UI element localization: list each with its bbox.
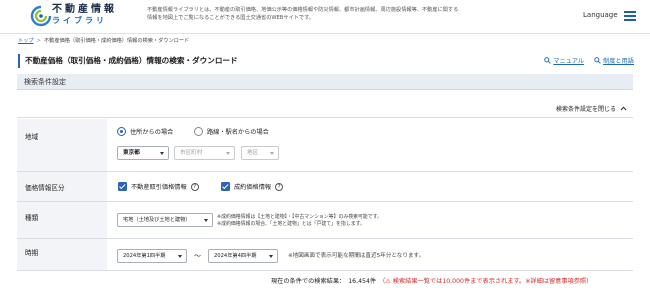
breadcrumb: トップ > 不動産価格（取引価格・成約価格）情報の検索・ダウンロード — [18, 37, 189, 44]
area-label: 地域 — [25, 133, 39, 141]
checkbox-checked-icon[interactable] — [118, 182, 127, 191]
category-label: 種類 — [25, 214, 39, 222]
price-type-label: 価格情報区分 — [25, 184, 65, 192]
period-from-select[interactable]: 2024年第1四半期 — [117, 249, 187, 263]
radio-station-label: 路線・駅名からの場合 — [207, 129, 269, 136]
category-note-2: ※成約価格情報の場合、「土地と建物」とは「戸建て」を指します。 — [217, 221, 365, 227]
language-button[interactable]: Language — [583, 11, 618, 19]
radio-address-label: 住所からの場合 — [130, 129, 174, 136]
manual-link[interactable]: マニュアル — [544, 56, 584, 65]
chevron-down-icon — [204, 219, 208, 222]
period-note: ※地図画面で表示可能な期間は直近5年分となります。 — [288, 253, 425, 259]
result-prefix: 現在の条件での検索結果： — [271, 278, 346, 285]
help-icon[interactable]: ? — [190, 182, 199, 191]
site-logo-icon[interactable] — [30, 5, 52, 27]
search-icon — [594, 57, 601, 64]
logo-sub-text: ライブラリ — [52, 16, 107, 25]
chevron-down-icon — [178, 255, 182, 258]
chevron-down-icon — [226, 152, 230, 155]
breadcrumb-separator: > — [36, 38, 41, 44]
site-description: 不動産情報ライブラリとは、不動産の取引価格、地価公示等の価格情報や防災情報、都市… — [147, 6, 547, 22]
collapse-row: 検索条件設定を閉じる — [17, 98, 633, 118]
prefecture-value: 東京都 — [123, 150, 140, 156]
period-to-select[interactable]: 2024年第4四半期 — [208, 249, 278, 263]
price-type-label-cell: 価格情報区分 — [17, 172, 107, 201]
search-icon — [544, 57, 552, 64]
site-description-line1: 不動産情報ライブラリとは、不動産の取引価格、地価公示等の価格情報や防災情報、都市… — [147, 7, 459, 13]
period-label-cell: 時期 — [17, 239, 107, 270]
area-controls: 住所からの場合 路線・駅名からの場合 東京都 市区町村 地区 — [117, 119, 633, 171]
prefecture-select[interactable]: 東京都 — [117, 146, 169, 160]
site-description-line2: 情報を地図上でご覧になることができる国土交通省のWEBサイトです。 — [147, 15, 314, 21]
area-row: 地域 住所からの場合 路線・駅名からの場合 東京都 市区町村 地区 — [17, 119, 633, 172]
search-result-summary: 現在の条件での検索結果： 16,454件 （⚠ 検索結果一覧では10,000件ま… — [271, 276, 592, 285]
contract-checkbox-label: 成約価格情報 — [234, 184, 272, 191]
period-separator: ～ — [194, 252, 201, 260]
breadcrumb-current: 不動産価格（取引価格・成約価格）情報の検索・ダウンロード — [43, 38, 190, 44]
price-type-controls: 不動産取引価格情報 ? 成約価格情報 ? — [117, 172, 633, 201]
category-value: 宅地（土地及び土地と建物） — [123, 217, 191, 223]
category-label-cell: 種類 — [17, 202, 107, 238]
terms-link[interactable]: 制度と用語 — [594, 56, 634, 65]
transaction-checkbox[interactable]: 不動産取引価格情報 ? — [118, 182, 199, 191]
checkbox-checked-icon[interactable] — [221, 182, 230, 191]
search-settings-header: 検索条件設定 — [17, 74, 633, 90]
category-row: 種類 宅地（土地及び土地と建物） ※成約価格情報は【土地と建物】・【中古マンショ… — [17, 202, 633, 239]
radio-address[interactable]: 住所からの場合 — [117, 127, 173, 136]
site-logo-text[interactable]: 不動産情報 ライブラリ — [52, 4, 117, 26]
search-settings-title: 検索条件設定 — [24, 78, 66, 86]
period-to-value: 2024年第4四半期 — [214, 253, 257, 259]
period-label: 時期 — [25, 249, 39, 257]
period-row: 時期 2024年第1四半期 ～ 2024年第4四半期 ※地図画面で表示可能な期間… — [17, 239, 633, 271]
logo-main-text: 不動産情報 — [52, 4, 117, 15]
district-placeholder: 地区 — [247, 150, 259, 156]
city-select[interactable]: 市区町村 — [174, 146, 235, 160]
result-warning: （⚠ 検索結果一覧では10,000件まで表示されます。※詳細は留意事項参照） — [379, 278, 593, 285]
city-placeholder: 市区町村 — [180, 150, 203, 156]
chevron-up-icon — [620, 106, 627, 111]
contract-checkbox[interactable]: 成約価格情報 ? — [221, 182, 284, 191]
price-type-row: 価格情報区分 不動産取引価格情報 ? 成約価格情報 ? — [17, 172, 633, 202]
chevron-down-icon — [160, 152, 164, 155]
result-count: 16,454件 — [348, 278, 377, 285]
period-from-value: 2024年第1四半期 — [123, 253, 166, 259]
transaction-checkbox-label: 不動産取引価格情報 — [131, 184, 187, 191]
hamburger-menu-icon[interactable] — [624, 11, 636, 21]
category-note: ※成約価格情報は【土地と建物】・【中古マンション等】のみ検索可能です。 ※成約価… — [217, 214, 382, 228]
district-select[interactable]: 地区 — [241, 146, 279, 160]
page-title: 不動産価格（取引価格・成約価格）情報の検索・ダウンロード — [18, 54, 238, 68]
category-note-1: ※成約価格情報は【土地と建物】・【中古マンション等】のみ検索可能です。 — [217, 214, 382, 220]
title-links: マニュアル 制度と用語 — [544, 56, 634, 65]
category-controls: 宅地（土地及び土地と建物） ※成約価格情報は【土地と建物】・【中古マンション等】… — [117, 202, 633, 238]
radio-address-indicator[interactable] — [117, 127, 126, 136]
collapse-search-label: 検索条件設定を閉じる — [555, 106, 616, 113]
chevron-down-icon — [269, 255, 273, 258]
breadcrumb-home-link[interactable]: トップ — [18, 38, 34, 44]
radio-station-indicator[interactable] — [194, 127, 203, 136]
radio-station[interactable]: 路線・駅名からの場合 — [194, 127, 269, 136]
terms-link-label: 制度と用語 — [603, 58, 634, 65]
manual-link-label: マニュアル — [553, 58, 585, 65]
chevron-down-icon — [270, 152, 274, 155]
collapse-search-button[interactable]: 検索条件設定を閉じる — [556, 104, 627, 113]
help-icon[interactable]: ? — [275, 182, 284, 191]
category-select[interactable]: 宅地（土地及び土地と建物） — [117, 213, 213, 227]
period-controls: 2024年第1四半期 ～ 2024年第4四半期 ※地図画面で表示可能な期間は直近… — [117, 239, 633, 270]
site-header: 不動産情報 ライブラリ 不動産情報ライブラリとは、不動産の取引価格、地価公示等の… — [0, 0, 650, 34]
area-label-cell: 地域 — [17, 119, 107, 171]
